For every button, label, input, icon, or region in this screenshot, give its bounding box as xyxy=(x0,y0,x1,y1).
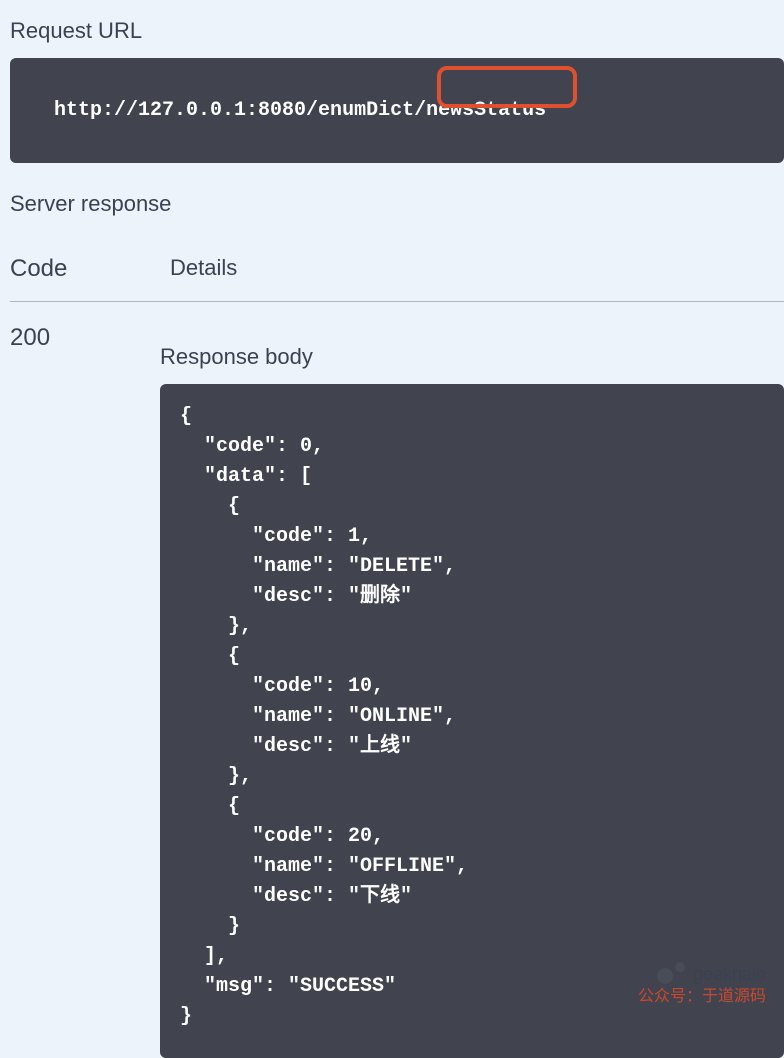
request-url-box: http://127.0.0.1:8080/enumDict/newsStatu… xyxy=(10,58,784,163)
request-url-text: http://127.0.0.1:8080/enumDict/newsStatu… xyxy=(54,99,546,122)
response-body-label: Response body xyxy=(160,324,784,384)
status-code: 200 xyxy=(0,324,160,1058)
details-column-header: Details xyxy=(170,255,237,283)
response-row: 200 Response body { "code": 0, "data": [… xyxy=(0,302,784,1058)
server-response-label: Server response xyxy=(0,163,784,235)
response-headers-row: Code Details xyxy=(0,235,784,301)
request-url-label: Request URL xyxy=(0,0,784,58)
response-body-code: { "code": 0, "data": [ { "code": 1, "nam… xyxy=(160,384,784,1058)
details-cell: Response body { "code": 0, "data": [ { "… xyxy=(160,324,784,1058)
code-column-header: Code xyxy=(10,255,170,283)
watermark-subtitle: 公众号：于道源码 xyxy=(638,982,766,1006)
response-body-text: { "code": 0, "data": [ { "code": 1, "nam… xyxy=(180,405,468,1028)
